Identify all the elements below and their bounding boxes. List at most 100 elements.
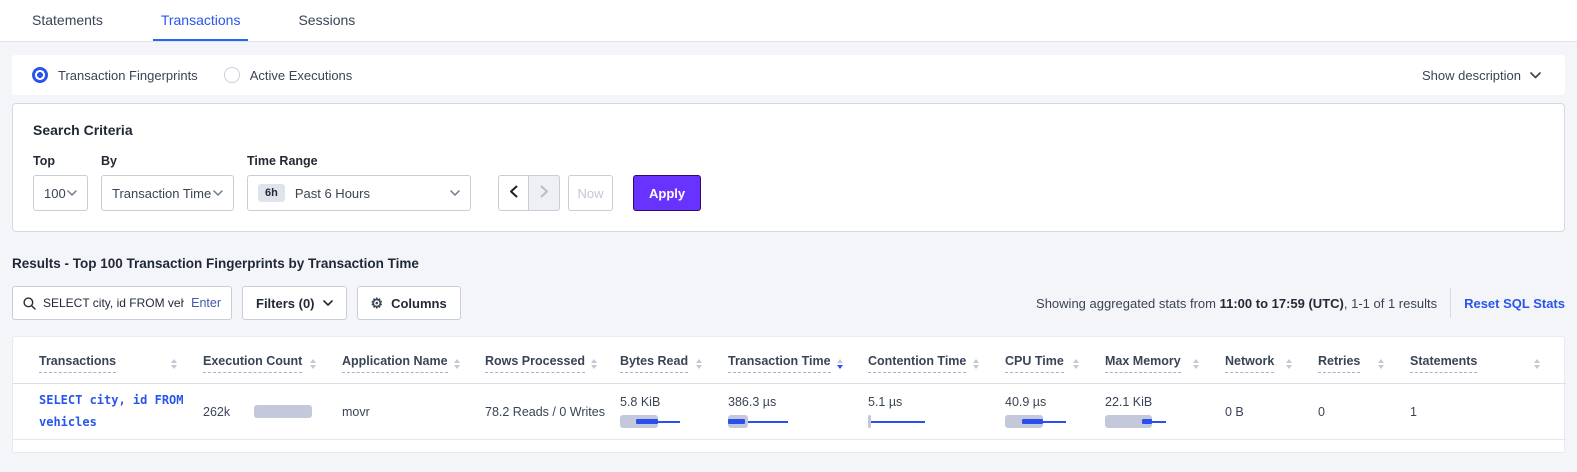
column-header-transactions[interactable]: Transactions: [13, 354, 203, 373]
by-label: By: [101, 154, 234, 168]
tab-transactions[interactable]: Transactions: [153, 0, 249, 41]
results-controls-row: Enter Filters (0) ⚙ Columns Showing aggr…: [12, 286, 1565, 320]
cell-application-name: movr: [342, 384, 485, 440]
sort-icon[interactable]: [1280, 359, 1292, 369]
column-header-bytes-read[interactable]: Bytes Read: [620, 354, 728, 373]
sort-icon[interactable]: [1067, 359, 1079, 369]
search-input-wrap: Enter: [12, 286, 232, 320]
sort-icon[interactable]: [967, 359, 979, 369]
stats-time-range: 11:00 to 17:59 (UTC): [1220, 296, 1344, 311]
column-header-max-memory[interactable]: Max Memory: [1105, 354, 1225, 373]
top-select[interactable]: 100: [33, 175, 88, 211]
chevron-down-icon: [213, 190, 223, 196]
column-header-execution-count[interactable]: Execution Count: [203, 354, 342, 373]
transactions-table-card: Transactions Execution Count Application…: [12, 336, 1565, 453]
radio-label: Transaction Fingerprints: [58, 68, 198, 83]
execution-count-bar: [254, 405, 312, 418]
now-button[interactable]: Now: [568, 175, 613, 211]
chevron-left-icon: [509, 185, 518, 201]
time-range-value: Past 6 Hours: [295, 186, 370, 201]
cell-max-memory: 22.1 KiB: [1105, 395, 1225, 428]
cell-contention-time: 5.1 µs: [868, 395, 1005, 428]
sort-icon[interactable]: [1372, 359, 1384, 369]
columns-button[interactable]: ⚙ Columns: [357, 286, 461, 320]
show-description-toggle[interactable]: Show description: [1422, 68, 1541, 83]
column-header-retries[interactable]: Retries: [1318, 354, 1410, 373]
results-heading: Results - Top 100 Transaction Fingerprin…: [12, 256, 1565, 271]
time-prev-button[interactable]: [498, 175, 529, 211]
search-input[interactable]: [43, 296, 184, 310]
apply-button[interactable]: Apply: [633, 175, 701, 211]
column-header-contention-time[interactable]: Contention Time: [868, 354, 1005, 373]
cell-retries: 0: [1318, 384, 1410, 440]
sort-icon[interactable]: [585, 359, 597, 369]
show-description-label: Show description: [1422, 68, 1521, 83]
chevron-down-icon: [323, 300, 333, 306]
radio-label: Active Executions: [250, 68, 353, 83]
by-field: By Transaction Time: [101, 154, 234, 211]
aggregated-stats-area: Showing aggregated stats from 11:00 to 1…: [1036, 288, 1565, 318]
chevron-down-icon: [1530, 72, 1541, 79]
search-criteria-title: Search Criteria: [33, 122, 1544, 138]
sort-icon[interactable]: [1528, 359, 1540, 369]
vertical-divider: [1450, 288, 1451, 318]
search-criteria-form: Top 100 By Transaction Time Time Range 6…: [33, 154, 1544, 211]
table-header-row: Transactions Execution Count Application…: [13, 337, 1566, 384]
column-header-statements[interactable]: Statements: [1410, 354, 1566, 373]
bytes-read-barchart: [620, 415, 730, 428]
column-header-application-name[interactable]: Application Name: [342, 354, 485, 373]
sort-icon[interactable]: [304, 359, 316, 369]
column-header-rows-processed[interactable]: Rows Processed: [485, 354, 620, 373]
by-select[interactable]: Transaction Time: [101, 175, 234, 211]
by-select-value: Transaction Time: [112, 186, 211, 201]
tab-statements[interactable]: Statements: [24, 0, 111, 41]
cell-rows-processed: 78.2 Reads / 0 Writes: [485, 384, 620, 440]
sort-icon-active[interactable]: [831, 359, 843, 369]
transaction-time-barchart: [728, 415, 838, 428]
chevron-down-icon: [450, 190, 460, 196]
cell-cpu-time: 40.9 µs: [1005, 395, 1105, 428]
aggregated-stats-text: Showing aggregated stats from 11:00 to 1…: [1036, 296, 1437, 311]
time-range-select[interactable]: 6h Past 6 Hours: [247, 175, 471, 211]
cell-statements: 1: [1410, 384, 1566, 440]
cpu-time-barchart: [1005, 415, 1115, 428]
gear-icon: ⚙: [371, 296, 384, 310]
search-criteria-card: Search Criteria Top 100 By Transaction T…: [12, 103, 1565, 232]
cell-network: 0 B: [1225, 384, 1318, 440]
time-range-label: Time Range: [247, 154, 471, 168]
sort-icon[interactable]: [165, 359, 177, 369]
sort-icon[interactable]: [1187, 359, 1199, 369]
chevron-right-icon: [540, 185, 549, 201]
cell-transaction-time: 386.3 µs: [728, 395, 868, 428]
reset-sql-stats-link[interactable]: Reset SQL Stats: [1464, 296, 1565, 311]
max-memory-barchart: [1105, 415, 1215, 428]
sort-icon[interactable]: [448, 359, 460, 369]
columns-label: Columns: [391, 296, 447, 311]
cell-execution-count: 262k: [203, 405, 342, 419]
tab-bar: Statements Transactions Sessions: [0, 0, 1577, 42]
transaction-fingerprint-link[interactable]: SELECT city, id FROMvehicles: [39, 390, 184, 433]
top-label: Top: [33, 154, 88, 168]
contention-time-barchart: [868, 415, 978, 428]
column-header-cpu-time[interactable]: CPU Time: [1005, 354, 1105, 373]
filters-label: Filters (0): [256, 296, 315, 311]
transactions-table: Transactions Execution Count Application…: [13, 337, 1566, 440]
radio-selected-icon: [32, 67, 48, 83]
column-header-network[interactable]: Network: [1225, 354, 1318, 373]
time-next-button[interactable]: [529, 175, 560, 211]
cell-bytes-read: 5.8 KiB: [620, 395, 728, 428]
chevron-down-icon: [67, 190, 77, 196]
time-range-badge: 6h: [258, 184, 285, 202]
sort-icon[interactable]: [690, 359, 702, 369]
search-enter-hint[interactable]: Enter: [191, 296, 221, 310]
tab-sessions[interactable]: Sessions: [290, 0, 363, 41]
filters-button[interactable]: Filters (0): [242, 286, 347, 320]
column-header-transaction-time[interactable]: Transaction Time: [728, 354, 868, 373]
view-mode-bar: Transaction Fingerprints Active Executio…: [12, 55, 1565, 95]
radio-transaction-fingerprints[interactable]: Transaction Fingerprints: [32, 67, 198, 83]
top-field: Top 100: [33, 154, 88, 211]
top-select-value: 100: [44, 186, 66, 201]
radio-active-executions[interactable]: Active Executions: [224, 67, 353, 83]
table-row: SELECT city, id FROMvehicles 262k movr 7…: [13, 384, 1566, 440]
time-range-field: Time Range 6h Past 6 Hours: [247, 154, 471, 211]
